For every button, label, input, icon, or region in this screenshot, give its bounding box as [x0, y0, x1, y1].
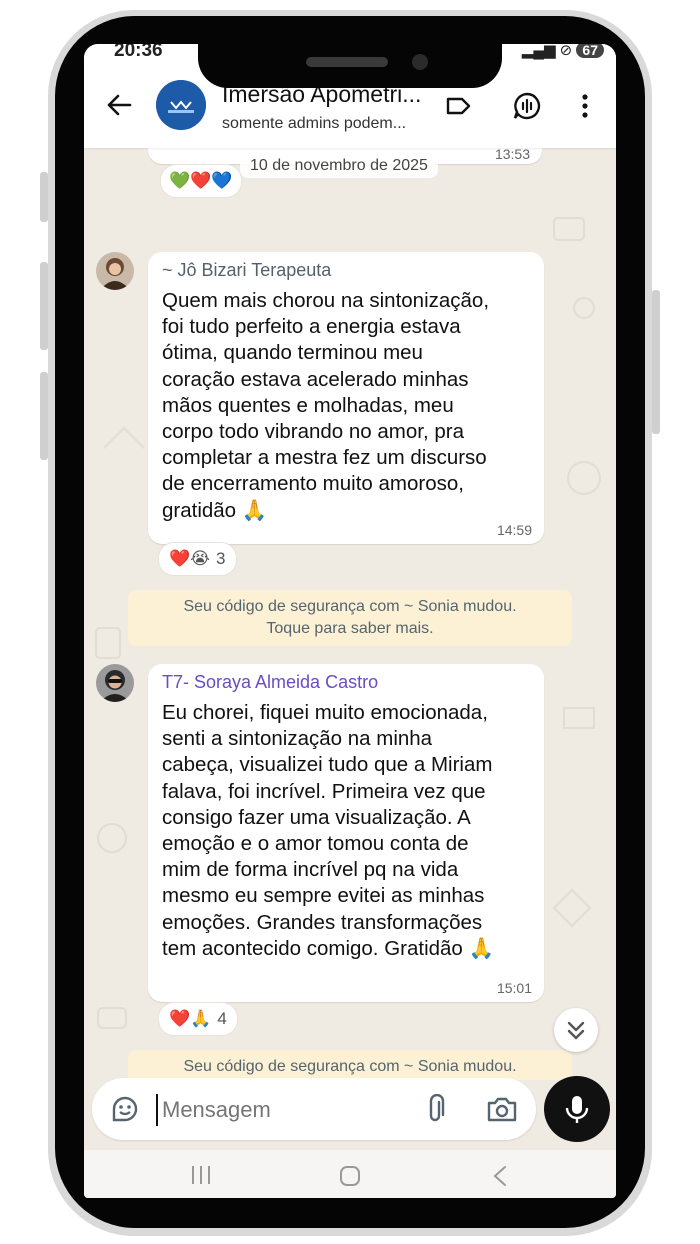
label-tag-icon[interactable] [444, 91, 474, 121]
back-nav-icon[interactable] [490, 1164, 510, 1188]
sender-name[interactable]: ~ Jô Bizari Terapeuta [162, 260, 331, 281]
scroll-to-bottom-button[interactable] [554, 1008, 598, 1052]
dnd-icon: ⊘ [559, 44, 573, 59]
message-input[interactable] [160, 1092, 404, 1128]
sender-avatar[interactable] [96, 664, 134, 702]
attach-clip-icon[interactable] [422, 1094, 448, 1126]
double-chevron-down-icon [567, 1021, 585, 1040]
reaction-emojis: ❤️😭 [169, 549, 211, 568]
message-reactions[interactable]: ❤️😭 3 [158, 542, 237, 576]
front-camera [412, 54, 428, 70]
reaction-emojis: ❤️🙏 [169, 1009, 212, 1028]
voice-record-button[interactable] [544, 1076, 610, 1142]
message-bubble[interactable]: ~ Jô Bizari Terapeuta Quem mais chorou n… [148, 252, 544, 544]
phone-side-button [40, 172, 48, 222]
home-icon[interactable] [338, 1164, 362, 1188]
camera-icon[interactable] [486, 1094, 518, 1124]
message-time: 13:53 [494, 148, 530, 162]
sender-avatar[interactable] [96, 252, 134, 290]
phone-power-button [652, 290, 660, 434]
message-text: Quem mais chorou na sintonização, foi tu… [162, 289, 490, 522]
phone-notch [198, 20, 502, 88]
message-composer [92, 1078, 536, 1140]
sender-name[interactable]: T7- Soraya Almeida Castro [162, 672, 378, 693]
previous-message-reactions[interactable]: 💚❤️💙 [160, 164, 242, 198]
group-subtitle[interactable]: somente admins podem... [222, 115, 406, 133]
security-code-notice[interactable]: Seu código de segurança com ~ Sonia mudo… [128, 590, 572, 646]
microphone-icon [565, 1096, 589, 1123]
message-time: 14:59 [496, 522, 532, 538]
avatar-photo-icon [96, 252, 134, 290]
message-reactions[interactable]: ❤️🙏 4 [158, 1002, 238, 1036]
signal-icon: ▂▄▆ [521, 44, 556, 59]
recent-apps-icon[interactable] [188, 1164, 214, 1186]
reaction-count: 3 [216, 549, 226, 568]
speaker-grille [306, 57, 388, 67]
message-list[interactable]: 13:53 💚❤️💙 10 de novembro de 2025 ~ Jô B… [84, 148, 616, 1080]
avatar-photo-icon [96, 664, 134, 702]
date-chip: 10 de novembro de 2025 [240, 154, 438, 178]
notice-link: Toque para saber mais. [266, 620, 434, 637]
text-cursor [156, 1094, 158, 1126]
phone-volume-down [40, 372, 48, 460]
more-options-icon[interactable] [574, 91, 596, 121]
group-logo-icon [156, 80, 206, 130]
back-arrow-icon[interactable] [104, 90, 134, 120]
reaction-count: 4 [217, 1009, 227, 1028]
message-bubble[interactable]: T7- Soraya Almeida Castro Eu chorei, fiq… [148, 664, 544, 1002]
message-text: Eu chorei, fiquei muito emocionada, sent… [162, 701, 495, 960]
message-time: 15:01 [496, 980, 532, 996]
reaction-emojis: 💚❤️💙 [169, 171, 233, 190]
sticker-emoji-icon[interactable] [110, 1094, 140, 1124]
battery-indicator: 67 [576, 44, 604, 58]
notice-text: Seu código de segurança com ~ Sonia mudo… [183, 598, 517, 615]
status-time: 20:36 [114, 44, 163, 61]
notice-text: Seu código de segurança com ~ Sonia mudo… [183, 1058, 517, 1075]
group-avatar[interactable] [156, 80, 206, 130]
system-navigation-bar [84, 1150, 616, 1198]
security-code-notice[interactable]: Seu código de segurança com ~ Sonia mudo… [128, 1050, 572, 1080]
phone-volume-up [40, 262, 48, 350]
status-icons: ▂▄▆ ⊘ 67 [522, 44, 604, 59]
voice-chat-icon[interactable] [512, 91, 542, 121]
phone-screen: 20:36 ▂▄▆ ⊘ 67 Imersão Apometri... somen… [84, 44, 616, 1198]
